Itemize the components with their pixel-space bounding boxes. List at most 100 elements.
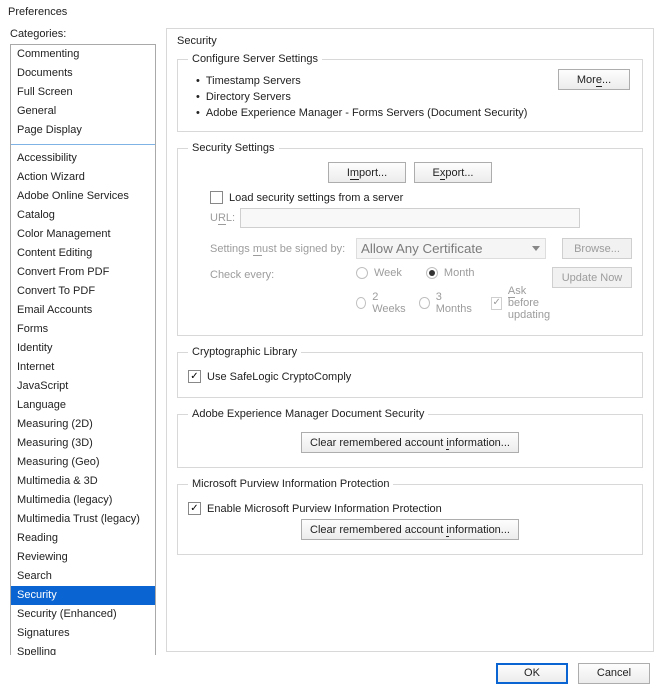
enable-mpip-checkbox[interactable]: Enable Microsoft Purview Information Pro… bbox=[188, 502, 442, 515]
categories-column: Categories: CommentingDocumentsFull Scre… bbox=[0, 22, 166, 649]
category-separator bbox=[11, 144, 155, 145]
category-item-measuring-2d-[interactable]: Measuring (2D) bbox=[11, 415, 155, 434]
crypto-library-group: Cryptographic Library Use SafeLogic Cryp… bbox=[177, 346, 643, 398]
category-item-signatures[interactable]: Signatures bbox=[11, 624, 155, 643]
mpip-clear-button[interactable]: Clear remembered account information... bbox=[301, 519, 519, 540]
check-every-row: Check every: Week Month bbox=[210, 267, 632, 321]
category-item-measuring-3d-[interactable]: Measuring (3D) bbox=[11, 434, 155, 453]
load-from-server-row: Load security settings from a server bbox=[210, 191, 632, 204]
checkbox-icon bbox=[188, 370, 201, 383]
check-radio-grid: Week Month bbox=[356, 267, 546, 321]
category-item-content-editing[interactable]: Content Editing bbox=[11, 244, 155, 263]
category-item-multimedia-trust-legacy-[interactable]: Multimedia Trust (legacy) bbox=[11, 510, 155, 529]
category-item-catalog[interactable]: Catalog bbox=[11, 206, 155, 225]
bullet-row-directory: Directory Servers bbox=[188, 89, 632, 105]
security-settings-group: Security Settings Import... Export... Lo… bbox=[177, 142, 643, 336]
check-every-label: Check every: bbox=[210, 267, 350, 281]
category-item-color-management[interactable]: Color Management bbox=[11, 225, 155, 244]
checkbox-icon bbox=[188, 502, 201, 515]
bullet-row-timestamp: Timestamp Servers More... bbox=[188, 73, 632, 89]
category-item-page-display[interactable]: Page Display bbox=[11, 121, 155, 140]
more-button[interactable]: More... bbox=[558, 69, 630, 90]
categories-label: Categories: bbox=[10, 28, 156, 40]
cancel-button[interactable]: Cancel bbox=[578, 663, 650, 684]
signed-by-select-wrap: Allow Any Certificate bbox=[356, 238, 546, 259]
category-item-security-enhanced-[interactable]: Security (Enhanced) bbox=[11, 605, 155, 624]
checkbox-icon bbox=[491, 297, 501, 310]
radio-month: Month bbox=[426, 267, 475, 279]
category-item-reviewing[interactable]: Reviewing bbox=[11, 548, 155, 567]
url-label: URL: bbox=[210, 212, 234, 224]
category-item-convert-to-pdf[interactable]: Convert To PDF bbox=[11, 282, 155, 301]
radio-icon bbox=[426, 267, 438, 279]
signed-by-row: Settings must be signed by: Allow Any Ce… bbox=[210, 238, 632, 259]
ok-button[interactable]: OK bbox=[496, 663, 568, 684]
aem-doc-security-group: Adobe Experience Manager Document Securi… bbox=[177, 408, 643, 468]
bullet-directory: Directory Servers bbox=[196, 91, 291, 103]
aem-clear-button[interactable]: Clear remembered account information... bbox=[301, 432, 519, 453]
mpip-chk-row: Enable Microsoft Purview Information Pro… bbox=[188, 502, 632, 515]
load-from-server-label: Load security settings from a server bbox=[229, 192, 403, 204]
category-item-reading[interactable]: Reading bbox=[11, 529, 155, 548]
radio-icon bbox=[356, 297, 366, 309]
category-item-javascript[interactable]: JavaScript bbox=[11, 377, 155, 396]
window-title: Preferences bbox=[0, 0, 664, 24]
content-column: Security Configure Server Settings Times… bbox=[166, 22, 664, 649]
preferences-window: Preferences Categories: CommentingDocume… bbox=[0, 0, 664, 691]
radio-icon bbox=[356, 267, 368, 279]
use-safelogic-label: Use SafeLogic CryptoComply bbox=[207, 371, 351, 383]
use-safelogic-checkbox[interactable]: Use SafeLogic CryptoComply bbox=[188, 370, 351, 383]
category-item-identity[interactable]: Identity bbox=[11, 339, 155, 358]
url-row: URL: bbox=[210, 208, 632, 228]
category-item-documents[interactable]: Documents bbox=[11, 64, 155, 83]
crypto-library-legend: Cryptographic Library bbox=[188, 346, 301, 358]
mpip-clear-row: Clear remembered account information... bbox=[188, 519, 632, 540]
category-item-convert-from-pdf[interactable]: Convert From PDF bbox=[11, 263, 155, 282]
signed-by-select: Allow Any Certificate bbox=[356, 238, 546, 259]
body: Categories: CommentingDocumentsFull Scre… bbox=[0, 22, 664, 649]
radio-week: Week bbox=[356, 267, 402, 279]
signed-by-label: Settings must be signed by: bbox=[210, 243, 350, 255]
category-item-forms[interactable]: Forms bbox=[11, 320, 155, 339]
enable-mpip-label: Enable Microsoft Purview Information Pro… bbox=[207, 503, 442, 515]
checkbox-icon bbox=[210, 191, 223, 204]
panel-title: Security bbox=[177, 35, 643, 47]
import-export-row: Import... Export... bbox=[188, 162, 632, 183]
configure-server-settings-group: Configure Server Settings Timestamp Serv… bbox=[177, 53, 643, 132]
mpip-group: Microsoft Purview Information Protection… bbox=[177, 478, 643, 555]
settings-body: Load security settings from a server URL… bbox=[188, 191, 632, 321]
category-item-internet[interactable]: Internet bbox=[11, 358, 155, 377]
category-item-security[interactable]: Security bbox=[11, 586, 155, 605]
category-item-full-screen[interactable]: Full Screen bbox=[11, 83, 155, 102]
import-button[interactable]: Import... bbox=[328, 162, 406, 183]
category-item-search[interactable]: Search bbox=[11, 567, 155, 586]
url-input bbox=[240, 208, 580, 228]
category-item-general[interactable]: General bbox=[11, 102, 155, 121]
footer: OK Cancel bbox=[0, 655, 664, 691]
security-settings-legend: Security Settings bbox=[188, 142, 279, 154]
ask-before-updating: Ask before updating bbox=[491, 285, 552, 321]
configure-server-settings-legend: Configure Server Settings bbox=[188, 53, 322, 65]
category-item-email-accounts[interactable]: Email Accounts bbox=[11, 301, 155, 320]
category-item-adobe-online-services[interactable]: Adobe Online Services bbox=[11, 187, 155, 206]
category-item-accessibility[interactable]: Accessibility bbox=[11, 149, 155, 168]
radio-icon bbox=[419, 297, 429, 309]
category-item-commenting[interactable]: Commenting bbox=[11, 45, 155, 64]
category-item-multimedia-3d[interactable]: Multimedia & 3D bbox=[11, 472, 155, 491]
category-item-language[interactable]: Language bbox=[11, 396, 155, 415]
export-button[interactable]: Export... bbox=[414, 162, 492, 183]
aem-clear-row: Clear remembered account information... bbox=[188, 432, 632, 453]
categories-list[interactable]: CommentingDocumentsFull ScreenGeneralPag… bbox=[10, 44, 156, 668]
category-item-measuring-geo-[interactable]: Measuring (Geo) bbox=[11, 453, 155, 472]
radio-3months: 3 Months bbox=[419, 285, 473, 321]
bullet-aem: Adobe Experience Manager - Forms Servers… bbox=[196, 107, 527, 119]
category-item-multimedia-legacy-[interactable]: Multimedia (legacy) bbox=[11, 491, 155, 510]
bullet-row-aem: Adobe Experience Manager - Forms Servers… bbox=[188, 105, 632, 121]
aem-doc-security-legend: Adobe Experience Manager Document Securi… bbox=[188, 408, 428, 420]
load-from-server-checkbox[interactable]: Load security settings from a server bbox=[210, 191, 403, 204]
browse-button: Browse... bbox=[562, 238, 632, 259]
bullet-timestamp: Timestamp Servers bbox=[196, 75, 301, 87]
security-panel: Security Configure Server Settings Times… bbox=[166, 28, 654, 652]
category-item-action-wizard[interactable]: Action Wizard bbox=[11, 168, 155, 187]
crypto-row: Use SafeLogic CryptoComply bbox=[188, 370, 632, 383]
